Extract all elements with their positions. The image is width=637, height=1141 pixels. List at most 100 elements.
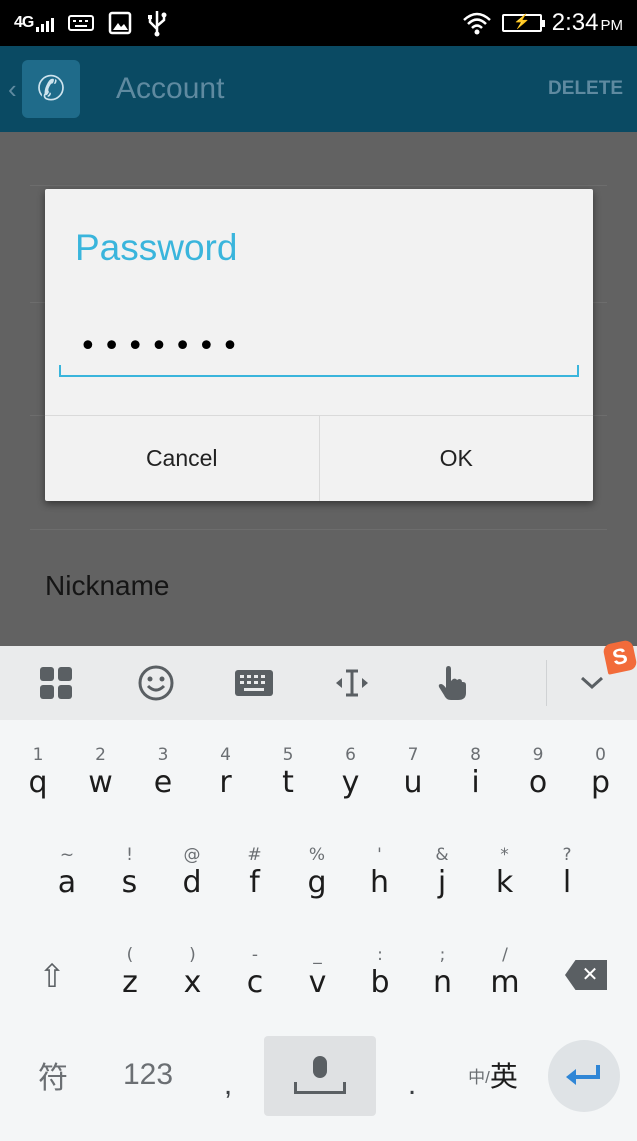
key-label: m — [490, 965, 520, 1000]
key-secondary-label: ' — [377, 845, 382, 865]
key-p[interactable]: 0p — [570, 742, 632, 832]
key-secondary-label: 7 — [407, 745, 419, 765]
key-label: d — [182, 865, 202, 900]
key-secondary-label: 3 — [157, 745, 169, 765]
key-label: t — [282, 765, 294, 800]
key-b[interactable]: :b — [349, 942, 411, 1032]
phone-transfer-icon: ✆ — [22, 60, 80, 118]
password-field[interactable] — [59, 317, 579, 377]
key-secondary-label: _ — [313, 945, 322, 965]
key-label: h — [369, 865, 389, 900]
status-right: ⚡ 2:34 PM — [462, 8, 623, 38]
key-secondary-label: * — [500, 845, 509, 865]
key-s[interactable]: ! s — [99, 842, 161, 932]
key-secondary-label: 1 — [32, 745, 44, 765]
key-label: z — [122, 965, 138, 1000]
key-e[interactable]: 3e — [132, 742, 194, 832]
cursor-icon[interactable] — [322, 646, 382, 720]
key-label: n — [432, 965, 452, 1000]
key-x[interactable]: ) x — [162, 942, 224, 1032]
key-i[interactable]: 8i — [445, 742, 507, 832]
sogou-logo: S — [602, 639, 637, 675]
image-icon — [109, 11, 132, 35]
key-y[interactable]: 6y — [320, 742, 382, 832]
key-secondary-label: @ — [183, 845, 201, 865]
key-l[interactable]: ? l — [536, 842, 598, 932]
key-d[interactable]: @ d — [161, 842, 223, 932]
key-secondary-label: ? — [562, 845, 572, 865]
key-c[interactable]: -c — [224, 942, 286, 1032]
key-label: e — [153, 765, 173, 800]
key-q[interactable]: 1q — [7, 742, 69, 832]
app-bar: ‹ ✆ Account DELETE — [0, 46, 637, 132]
lang-big-label: 英 — [489, 1061, 518, 1092]
password-dialog: Password Cancel OK — [45, 189, 593, 501]
key-v[interactable]: _ v — [287, 942, 349, 1032]
backspace-key[interactable]: ✕ — [565, 960, 607, 990]
key-secondary-label: 4 — [220, 745, 231, 765]
back-icon[interactable]: ‹ — [8, 74, 17, 105]
clock: 2:34 PM — [551, 9, 623, 36]
key-secondary-label: 0 — [595, 745, 606, 765]
key-label: v — [308, 965, 327, 1000]
key-u[interactable]: 7u — [382, 742, 444, 832]
keyboard-notify-icon — [68, 15, 95, 31]
key-z[interactable]: (z — [99, 942, 161, 1032]
usb-icon — [148, 11, 167, 37]
microphone-icon — [313, 1056, 327, 1078]
space-key[interactable] — [264, 1036, 376, 1116]
status-bar: 4G ⚡ 2:34 PM — [0, 0, 637, 46]
key-secondary-label: # — [247, 845, 262, 865]
key-n[interactable]: ; n — [412, 942, 474, 1032]
enter-key[interactable] — [548, 1040, 620, 1112]
emoji-icon[interactable] — [126, 646, 186, 720]
nickname-label[interactable]: Nickname — [45, 570, 169, 602]
key-label: y — [341, 765, 360, 800]
key-g[interactable]: % g — [286, 842, 348, 932]
key-label: w — [88, 765, 113, 800]
key-a[interactable]: ~ a — [36, 842, 98, 932]
key-k[interactable]: * k — [474, 842, 536, 932]
cancel-button[interactable]: Cancel — [45, 416, 319, 501]
keyboard-icon[interactable] — [224, 646, 284, 720]
key-secondary-label: ; — [439, 945, 446, 965]
key-w[interactable]: 2w — [70, 742, 132, 832]
numbers-key[interactable]: 123 — [112, 1050, 184, 1100]
wifi-icon — [462, 12, 491, 35]
key-secondary-label: ) — [189, 945, 196, 965]
key-label: g — [307, 865, 327, 900]
key-f[interactable]: # f — [224, 842, 286, 932]
space-bar-icon — [294, 1082, 346, 1094]
comma-key[interactable]: , — [208, 1060, 248, 1110]
key-secondary-label: 6 — [345, 745, 356, 765]
dialog-buttons: Cancel OK — [45, 415, 593, 501]
ok-button[interactable]: OK — [318, 416, 594, 501]
key-label: s — [121, 865, 138, 900]
toolbar-divider — [546, 660, 547, 706]
symbols-key[interactable]: 符 — [28, 1050, 78, 1100]
key-o[interactable]: 9o — [507, 742, 569, 832]
key-secondary-label: 8 — [470, 745, 481, 765]
key-secondary-label: 2 — [95, 745, 106, 765]
key-j[interactable]: & j — [411, 842, 473, 932]
key-label: q — [28, 765, 48, 800]
key-label: i — [471, 765, 480, 800]
divider — [30, 185, 607, 186]
key-h[interactable]: ' h — [349, 842, 411, 932]
key-t[interactable]: 5t — [257, 742, 319, 832]
delete-button[interactable]: DELETE — [548, 78, 623, 100]
page-title: Account — [116, 72, 225, 105]
shift-key[interactable]: ⇧ — [34, 958, 70, 994]
dialog-title: Password — [75, 227, 238, 268]
key-label: c — [246, 965, 264, 1000]
key-r[interactable]: 4r — [195, 742, 257, 832]
key-label: k — [495, 865, 514, 900]
key-m[interactable]: / m — [474, 942, 536, 1032]
apps-grid-icon[interactable] — [26, 646, 86, 720]
language-switch-key[interactable]: 中/英 — [458, 1050, 528, 1100]
key-label: b — [370, 965, 390, 1000]
period-key[interactable]: . — [392, 1060, 432, 1110]
key-label: a — [57, 865, 77, 900]
hand-pointer-icon[interactable] — [422, 646, 482, 720]
network-type: 4G — [14, 14, 34, 31]
